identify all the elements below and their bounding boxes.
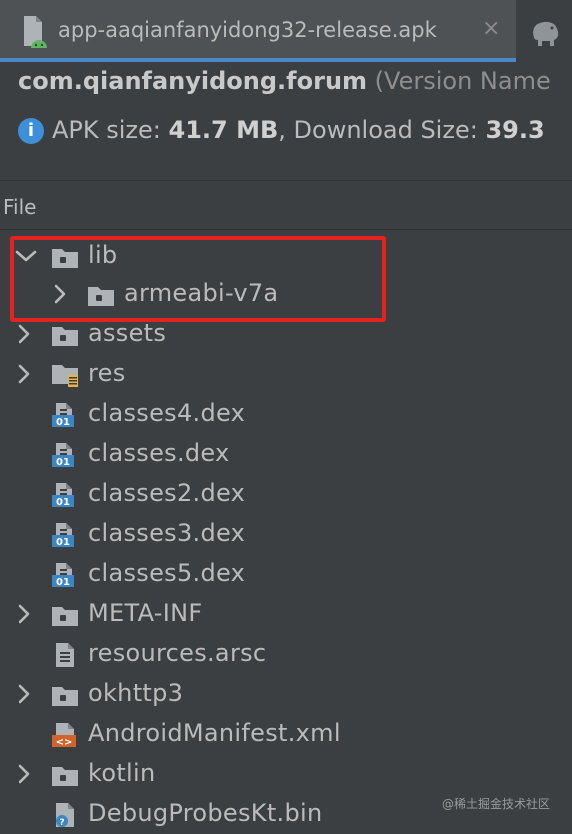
tree-item-label: classes5.dex — [88, 559, 246, 587]
svg-text:01: 01 — [56, 417, 70, 428]
android-apk-icon — [24, 16, 47, 48]
dex-file-icon: 01 — [52, 441, 74, 468]
tree-row-meta-inf[interactable]: META-INF — [0, 594, 572, 634]
dex-file-icon: 01 — [52, 521, 74, 548]
tree-row-classes4-dex[interactable]: 01 classes4.dex — [0, 394, 572, 434]
apk-tab[interactable]: app-aaqianfanyidong32-release.apk × — [0, 0, 516, 62]
tree-item-label: res — [88, 359, 126, 387]
text-file-icon — [50, 641, 80, 669]
tree-row-okhttp3[interactable]: okhttp3 — [0, 674, 572, 714]
folder-icon — [50, 761, 80, 789]
folder-icon — [50, 681, 80, 709]
folder-icon — [50, 601, 80, 629]
dex-file-icon: 01 — [52, 401, 74, 428]
tab-title: app-aaqianfanyidong32-release.apk — [58, 18, 437, 42]
tree-item-label: META-INF — [88, 599, 203, 627]
tree-item-label: classes.dex — [88, 439, 230, 467]
dex-file-icon: 01 — [52, 481, 74, 508]
version-name: (Version Name — [374, 67, 551, 95]
apk-size-value: 41.7 MB — [168, 116, 279, 144]
tree-row-resources-arsc[interactable]: resources.arsc — [0, 634, 572, 674]
binary-file-icon: ? — [56, 803, 74, 828]
chevron-right-icon[interactable] — [16, 362, 32, 386]
tree-row-classes5-dex[interactable]: 01 classes5.dex — [0, 554, 572, 594]
file-column-header[interactable]: File — [0, 180, 572, 230]
dex-file-icon: 01 — [52, 561, 74, 588]
tree-item-label: assets — [88, 319, 167, 347]
svg-text:<>: <> — [56, 737, 73, 748]
watermark: @稀土掘金技术社区 — [442, 797, 551, 811]
chevron-right-icon[interactable] — [16, 762, 32, 786]
tree-row-classes-dex[interactable]: 01 classes.dex — [0, 434, 572, 474]
tree-item-label: kotlin — [88, 759, 156, 787]
tree-row-classes3-dex[interactable]: 01 classes3.dex — [0, 514, 572, 554]
svg-text:01: 01 — [56, 457, 70, 468]
chevron-right-icon[interactable] — [16, 322, 32, 346]
tree-item-label: resources.arsc — [88, 639, 267, 667]
tree-item-label: classes3.dex — [88, 519, 246, 547]
folder-icon — [50, 321, 80, 349]
tree-item-label: DebugProbesKt.bin — [88, 799, 323, 827]
svg-text:?: ? — [59, 818, 64, 828]
tree-item-label: AndroidManifest.xml — [88, 719, 341, 747]
svg-text:01: 01 — [56, 537, 70, 548]
size-line: i APK size: 41.7 MB, Download Size: 39.3 — [18, 116, 545, 144]
tree-item-label: classes2.dex — [88, 479, 246, 507]
svg-text:01: 01 — [56, 577, 70, 588]
xml-file-icon: <> — [52, 723, 76, 748]
tree-item-label: classes4.dex — [88, 399, 246, 427]
tree-item-label: okhttp3 — [88, 679, 184, 707]
close-icon[interactable]: × — [482, 16, 500, 41]
download-size-label: , Download Size: — [278, 116, 486, 144]
editor-tab-bar: app-aaqianfanyidong32-release.apk × — [0, 0, 572, 62]
chevron-right-icon[interactable] — [16, 602, 32, 626]
resource-folder-icon — [52, 365, 78, 387]
apk-size-label: APK size: — [52, 116, 169, 144]
red-highlight-box — [10, 236, 386, 322]
file-column-label: File — [3, 195, 37, 219]
tree-row-res[interactable]: res — [0, 354, 572, 394]
package-line: com.qianfanyidong.forum (Version Name — [18, 67, 551, 95]
chevron-right-icon[interactable] — [16, 682, 32, 706]
info-icon: i — [18, 118, 44, 144]
tree-row-classes2-dex[interactable]: 01 classes2.dex — [0, 474, 572, 514]
tree-row-android-manifest[interactable]: <> AndroidManifest.xml — [0, 714, 572, 754]
gradle-elephant-icon[interactable] — [528, 16, 562, 46]
download-size-value: 39.3 — [485, 116, 545, 144]
tree-row-kotlin[interactable]: kotlin — [0, 754, 572, 794]
package-name: com.qianfanyidong.forum — [18, 67, 368, 95]
svg-text:01: 01 — [56, 497, 70, 508]
